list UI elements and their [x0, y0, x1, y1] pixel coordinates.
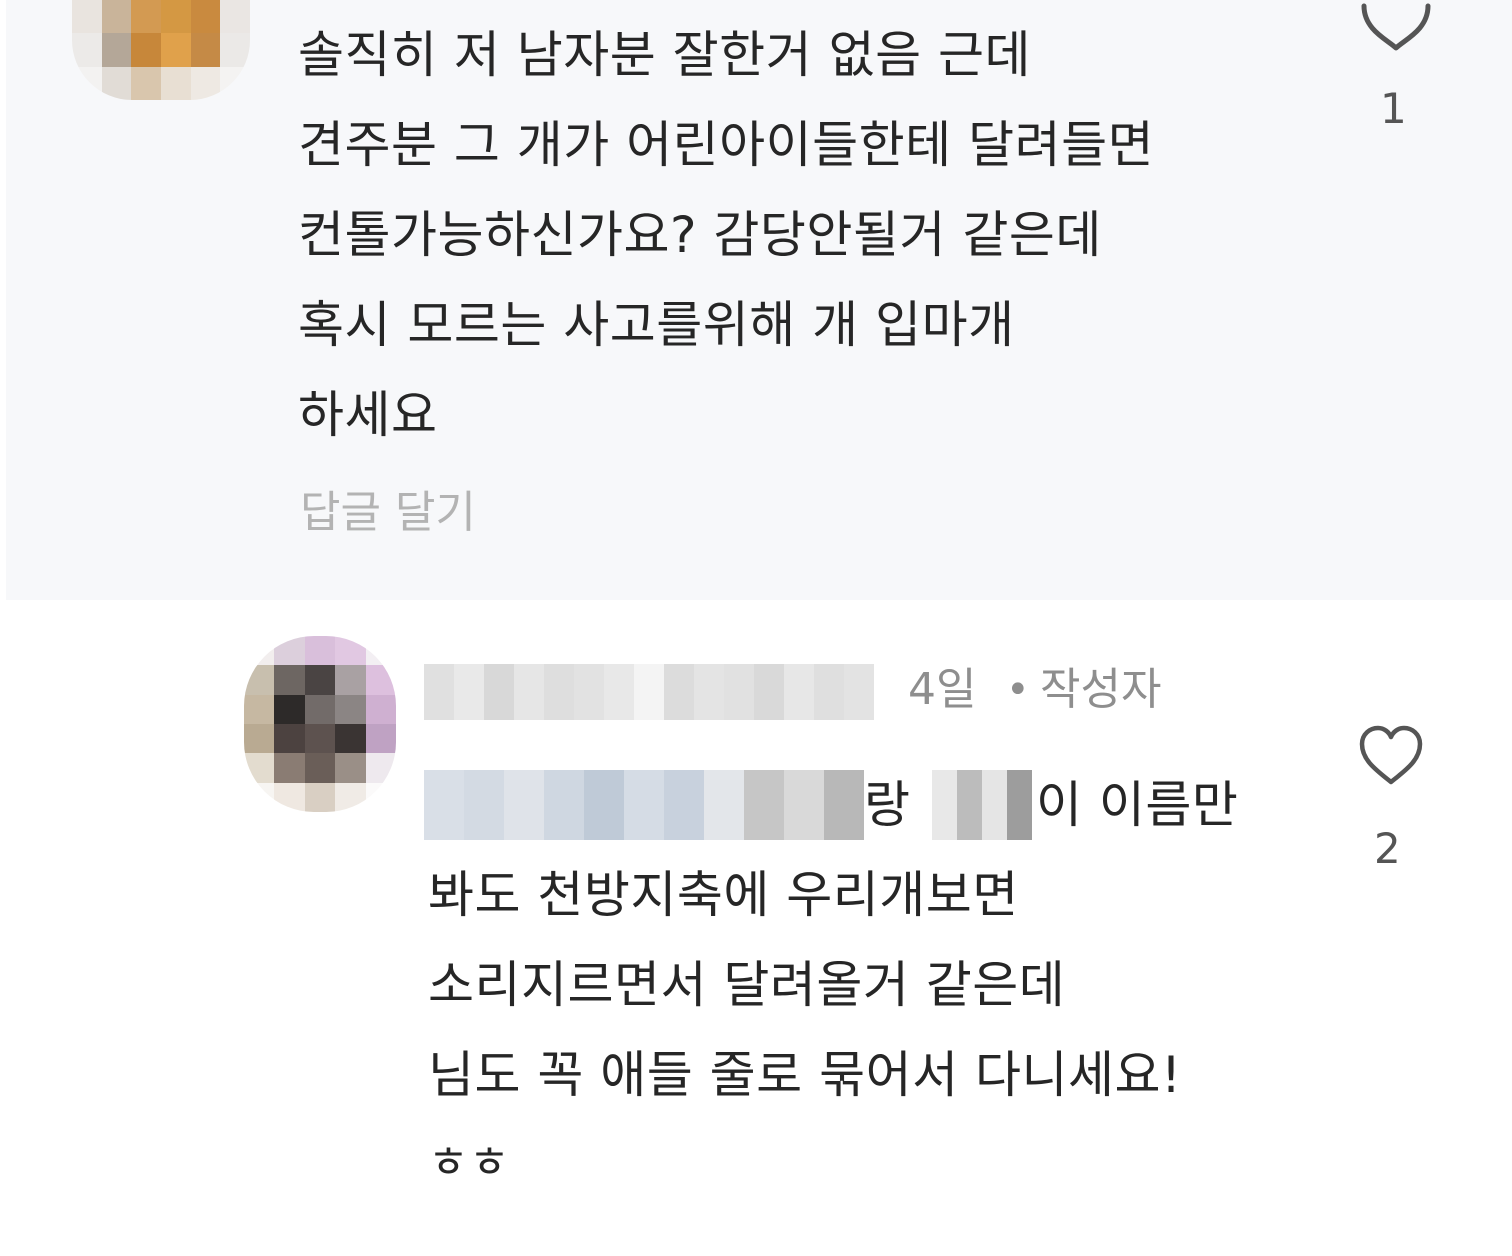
reply-button[interactable]: 답글 달기	[300, 478, 476, 548]
separator: •	[1006, 667, 1030, 713]
comment-item: 솔직히 저 남자분 잘한거 없음 근데 견주분 그 개가 어린아이들한테 달려들…	[6, 0, 1512, 600]
heart-outline-icon[interactable]	[1358, 0, 1434, 60]
reply-text-line: 님도 꼭 애들 줄로 묶어서 다니세요!	[428, 1046, 1182, 1104]
comment-text-line: 견주분 그 개가 어린아이들한테 달려들면	[298, 116, 1155, 174]
blurred-mention	[424, 770, 864, 840]
timestamp: 4일	[908, 664, 977, 715]
comment-text-line: 하세요	[298, 386, 438, 444]
comment-text-line: 컨톨가능하신가요? 감당안될거 같은데	[298, 206, 1102, 264]
reply-text-part: 이 이름만	[1036, 776, 1239, 834]
heart-outline-icon[interactable]	[1356, 724, 1426, 788]
username[interactable]	[424, 664, 874, 720]
comment-text-line: 혹시 모르는 사고를위해 개 입마개	[298, 296, 1015, 354]
reply-text-part: 랑	[864, 776, 911, 834]
avatar[interactable]	[244, 636, 396, 812]
comment-text-line: 솔직히 저 남자분 잘한거 없음 근데	[298, 26, 1031, 84]
reply-text-line: 봐도 천방지축에 우리개보면	[428, 866, 1019, 924]
blurred-mention	[932, 770, 1032, 840]
author-badge: 작성자	[1040, 664, 1162, 715]
avatar[interactable]	[72, 0, 250, 100]
reply-text-line: 소리지르면서 달려올거 같은데	[428, 956, 1066, 1014]
reply-text-line: ㅎㅎ	[428, 1137, 510, 1188]
like-count: 1	[1380, 84, 1407, 133]
like-count: 2	[1374, 824, 1401, 873]
